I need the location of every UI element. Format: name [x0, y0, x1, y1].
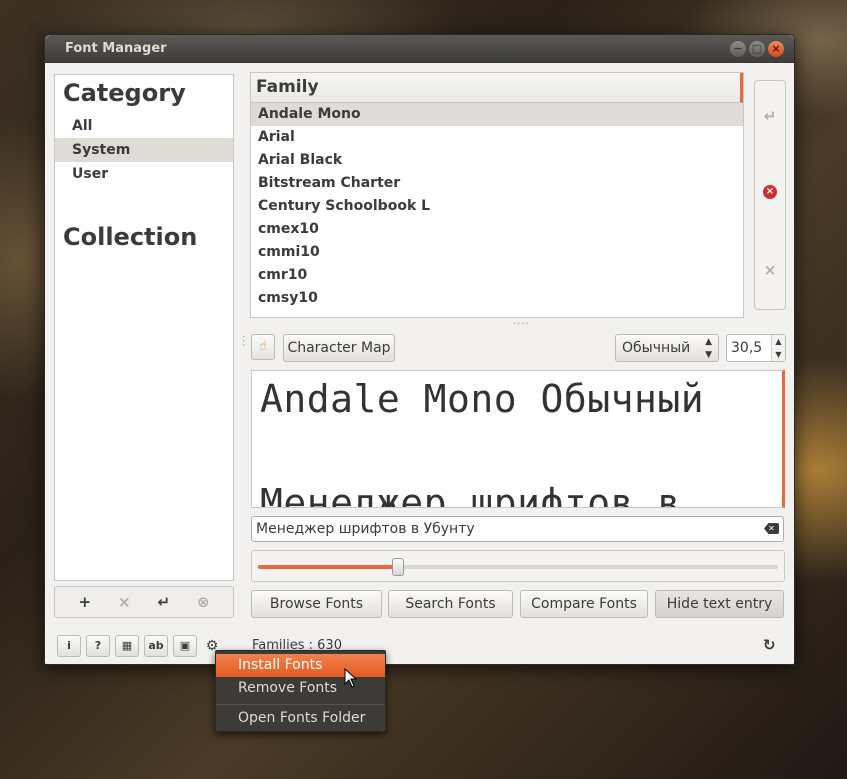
pane-resize-handle[interactable]: ····	[513, 319, 530, 330]
menu-item-install-fonts[interactable]: Install Fonts	[216, 654, 385, 677]
search-fonts-button[interactable]: Search Fonts	[388, 590, 513, 618]
category-panel: Category All System User Collection	[54, 74, 234, 581]
family-row[interactable]: cmsy10	[251, 287, 743, 310]
category-item-all[interactable]: All	[55, 114, 233, 138]
browse-fonts-button[interactable]: Browse Fonts	[251, 590, 382, 618]
title-bar[interactable]: Font Manager − □ ×	[45, 35, 794, 63]
preview-text-input[interactable]: Менеджер шрифтов в Убунту ✕	[251, 516, 784, 542]
family-column-header[interactable]: Family	[251, 73, 743, 103]
minimize-button[interactable]: −	[730, 41, 746, 57]
status-toolbar: i ? ▦ ab ▣ ⚙	[57, 635, 222, 657]
font-sample-icon[interactable]: ab	[144, 635, 168, 657]
family-actions-bar: ↵ × ×	[754, 80, 786, 310]
collection-actions: + × ↵ ⊗	[54, 586, 234, 618]
font-size-value: 30,5	[731, 340, 763, 356]
font-preview-area[interactable]: Andale Mono Обычный Менеджер шрифтов в	[251, 370, 785, 508]
character-map-button[interactable]: Character Map	[283, 334, 395, 362]
slider-fill	[258, 565, 399, 569]
family-row[interactable]: Andale Mono	[251, 103, 743, 126]
category-item-system[interactable]: System	[55, 138, 233, 162]
info-icon[interactable]: i	[57, 635, 81, 657]
remove-font-button[interactable]: ×	[755, 261, 785, 279]
save-icon[interactable]: ▣	[173, 635, 197, 657]
compare-fonts-button[interactable]: Compare Fonts	[520, 590, 648, 618]
font-manager-window: Font Manager − □ × Category All System U…	[44, 34, 795, 665]
help-icon[interactable]: ?	[86, 635, 110, 657]
refresh-icon[interactable]: ↻	[763, 636, 776, 654]
category-item-user[interactable]: User	[55, 162, 233, 186]
family-row[interactable]: Arial Black	[251, 149, 743, 172]
chevron-updown-icon: ▲ ▼	[705, 337, 712, 360]
enable-font-button[interactable]: ↵	[755, 107, 785, 125]
maximize-button[interactable]: □	[749, 41, 765, 57]
font-style-select[interactable]: Обычный ▲ ▼	[615, 334, 719, 362]
font-size-slider[interactable]	[251, 550, 785, 582]
menu-item-remove-fonts[interactable]: Remove Fonts	[216, 677, 385, 700]
font-info-icon[interactable]: ▦	[115, 635, 139, 657]
window-controls: − □ ×	[730, 41, 784, 57]
hand-tool-icon[interactable]: ☝	[251, 334, 275, 360]
font-size-spinner[interactable]: 30,5 ▲ ▼	[726, 334, 786, 362]
preview-title-text: Andale Mono Обычный	[260, 377, 705, 421]
clear-text-icon[interactable]: ✕	[764, 523, 779, 534]
apply-collection-button[interactable]: ↵	[157, 593, 170, 611]
slider-thumb[interactable]	[392, 558, 405, 576]
preview-sample-text: Менеджер шрифтов в	[260, 481, 681, 508]
window-title: Font Manager	[65, 41, 167, 56]
family-row[interactable]: cmr10	[251, 264, 743, 287]
gear-context-menu: Install Fonts Remove Fonts Open Fonts Fo…	[215, 650, 386, 732]
category-heading: Category	[63, 79, 186, 107]
menu-item-open-fonts-folder[interactable]: Open Fonts Folder	[216, 707, 385, 730]
family-row[interactable]: Century Schoolbook L	[251, 195, 743, 218]
clear-collection-button[interactable]: ⊗	[197, 593, 210, 611]
collection-heading: Collection	[63, 223, 198, 251]
mouse-pointer-icon	[344, 668, 358, 688]
family-list[interactable]: Family Andale Mono Arial Arial Black Bit…	[250, 72, 744, 318]
close-button[interactable]: ×	[768, 41, 784, 57]
menu-separator	[216, 704, 385, 705]
family-row[interactable]: Bitstream Charter	[251, 172, 743, 195]
delete-font-button[interactable]: ×	[763, 185, 777, 199]
add-collection-button[interactable]: +	[78, 593, 91, 611]
spinner-arrows-icon[interactable]: ▲ ▼	[771, 335, 785, 361]
family-row[interactable]: cmmi10	[251, 241, 743, 264]
remove-collection-button[interactable]: ×	[118, 593, 131, 611]
slider-track[interactable]	[258, 558, 778, 576]
family-row[interactable]: Arial	[251, 126, 743, 149]
hide-text-entry-button[interactable]: Hide text entry	[655, 590, 784, 618]
preview-text-value: Менеджер шрифтов в Убунту	[256, 521, 475, 537]
side-resize-handle[interactable]: ···	[237, 335, 248, 348]
family-row[interactable]: cmex10	[251, 218, 743, 241]
font-style-value: Обычный	[622, 340, 691, 356]
